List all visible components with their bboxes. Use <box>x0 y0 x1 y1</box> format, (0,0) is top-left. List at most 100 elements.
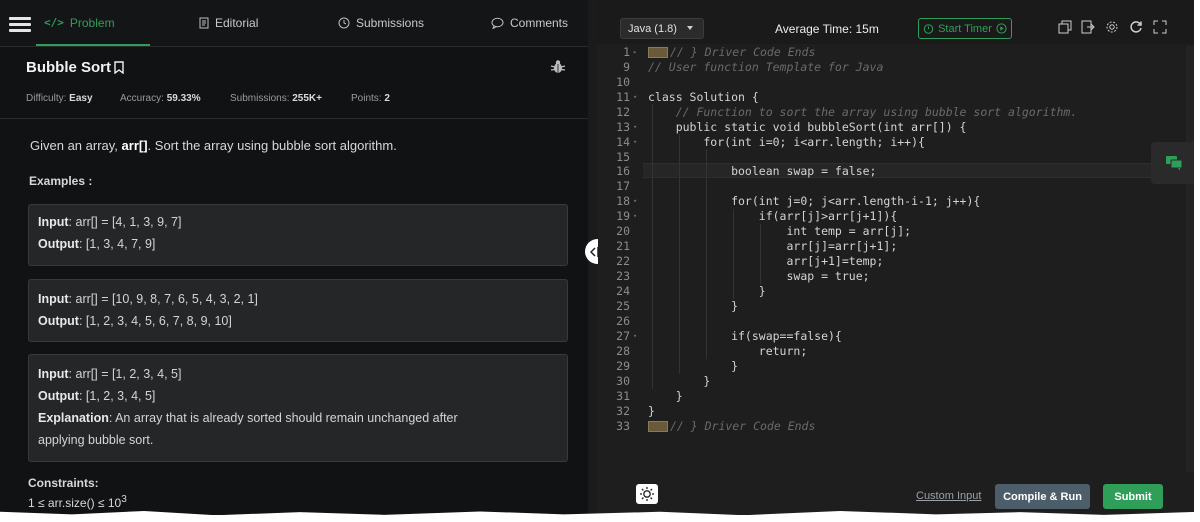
start-timer-button[interactable]: Start Timer <box>918 18 1012 39</box>
accuracy-value: 59.33% <box>166 93 201 104</box>
code-line: // User function Template for Java <box>648 60 884 74</box>
copy-icon[interactable] <box>1058 20 1072 34</box>
code-line: class Solution { <box>648 90 759 104</box>
problem-description: Given an array, arr[]. Sort the array us… <box>30 138 397 153</box>
tab-submissions[interactable]: Submissions <box>338 0 424 45</box>
line-number: 18 <box>616 194 630 208</box>
report-bug-icon[interactable] <box>549 58 567 76</box>
code-line: arr[j+1]=temp; <box>648 254 884 268</box>
fold-collapse-icon[interactable]: ▾ <box>633 209 641 224</box>
line-number: 1 <box>623 45 630 59</box>
fold-expand-icon[interactable]: ▸ <box>633 45 641 60</box>
language-value: Java (1.8) <box>628 22 677 35</box>
line-number: 15 <box>616 150 630 164</box>
average-time: Average Time: 15m <box>775 22 879 36</box>
fold-collapse-icon[interactable]: ▾ <box>633 329 641 344</box>
line-number: 14 <box>616 135 630 149</box>
fold-collapse-icon[interactable]: ▾ <box>633 135 641 150</box>
bookmark-icon[interactable] <box>114 61 124 74</box>
clock-icon <box>338 17 350 28</box>
code-line: } <box>648 359 739 373</box>
code-line: if(swap==false){ <box>648 329 842 343</box>
example-box: Input: arr[] = [1, 2, 3, 4, 5] Output: [… <box>28 354 568 462</box>
line-number: 19 <box>616 209 630 223</box>
language-select[interactable]: Java (1.8) <box>620 18 704 39</box>
submissions-meta: Submissions: 255K+ <box>230 93 322 104</box>
tab-label: Submissions <box>356 15 425 30</box>
examples-heading: Examples : <box>29 174 93 188</box>
fullscreen-icon[interactable] <box>1153 20 1167 34</box>
code-line: boolean swap = false; <box>648 164 877 178</box>
editor-toolbar: Java (1.8) Average Time: 15m Start Timer <box>598 0 1196 45</box>
line-number: 12 <box>616 105 630 119</box>
code-icon: </> <box>44 16 64 29</box>
fold-collapse-icon[interactable]: ▾ <box>633 120 641 135</box>
editor-panel: Java (1.8) Average Time: 15m Start Timer <box>598 0 1196 515</box>
code-line: return; <box>648 344 808 358</box>
tab-problem[interactable]: </> Problem <box>44 0 115 45</box>
tab-label: Comments <box>510 15 569 30</box>
line-number: 23 <box>616 269 630 283</box>
divider <box>0 118 588 119</box>
line-number: 25 <box>616 299 630 313</box>
comment-icon <box>491 17 504 29</box>
fold-collapse-icon[interactable]: ▾ <box>633 194 641 209</box>
line-number: 31 <box>616 389 630 403</box>
line-number: 11 <box>616 90 630 104</box>
code-line: for(int i=0; i<arr.length; i++){ <box>648 135 925 149</box>
reset-icon[interactable] <box>1129 20 1143 34</box>
submit-button[interactable]: Submit <box>1103 484 1163 509</box>
theme-toggle-button[interactable] <box>636 484 658 504</box>
code-line: } <box>648 404 655 418</box>
points-value: 2 <box>384 93 390 104</box>
editor-scrollbar[interactable] <box>1186 46 1194 472</box>
line-number: 28 <box>616 344 630 358</box>
folded-region-icon[interactable] <box>648 47 668 58</box>
code-line: } <box>648 389 683 403</box>
example-input: Input: arr[] = [4, 1, 3, 9, 7] <box>38 215 182 229</box>
example-output: Output: [1, 3, 4, 7, 9] <box>38 237 156 251</box>
active-tab-indicator <box>36 44 150 46</box>
example-explanation: Explanation: An array that is already so… <box>38 411 458 425</box>
play-icon <box>996 23 1007 34</box>
example-output: Output: [1, 2, 3, 4, 5, 6, 7, 8, 9, 10] <box>38 314 232 328</box>
code-editor[interactable]: 1 9 10 11 12 13 14 15 16 17 18 19 20 21 … <box>598 44 1196 474</box>
code-line: // } Driver Code Ends <box>648 45 815 60</box>
tab-comments[interactable]: Comments <box>491 0 568 45</box>
line-number: 9 <box>623 60 630 74</box>
folded-region-icon[interactable] <box>648 421 668 432</box>
fold-collapse-icon[interactable]: ▾ <box>633 90 641 105</box>
chevron-down-icon <box>687 26 693 30</box>
problem-panel: </> Problem Editorial Submissions Commen… <box>0 0 588 515</box>
code-line: } <box>648 284 766 298</box>
line-number: 33 <box>616 419 630 433</box>
code-line: // Function to sort the array using bubb… <box>648 105 1078 119</box>
chat-side-tab[interactable] <box>1151 142 1196 184</box>
code-line: for(int j=0; j<arr.length-i-1; j++){ <box>648 194 981 208</box>
chat-icon <box>1165 156 1182 171</box>
app-window: </> Problem Editorial Submissions Commen… <box>0 0 1196 515</box>
code-line: swap = true; <box>648 269 870 283</box>
code-line: if(arr[j]>arr[j+1]){ <box>648 209 898 223</box>
compile-run-button[interactable]: Compile & Run <box>995 484 1090 509</box>
difficulty-value: Easy <box>69 93 93 104</box>
problem-tabs-bar: </> Problem Editorial Submissions Commen… <box>0 0 588 47</box>
submissions-value: 255K+ <box>292 93 322 104</box>
example-input: Input: arr[] = [1, 2, 3, 4, 5] <box>38 367 182 381</box>
custom-input-link[interactable]: Custom Input <box>916 490 981 502</box>
code-line: // } Driver Code Ends <box>648 419 815 434</box>
example-explanation-cont: applying bubble sort. <box>38 433 154 447</box>
tab-label: Problem <box>69 15 115 30</box>
constraints-heading: Constraints: <box>28 476 99 490</box>
hamburger-menu-icon[interactable] <box>9 17 31 32</box>
code-line: arr[j]=arr[j+1]; <box>648 239 898 253</box>
example-output: Output: [1, 2, 3, 4, 5] <box>38 389 156 403</box>
tab-label: Editorial <box>215 15 259 30</box>
line-number: 10 <box>616 75 630 89</box>
line-number: 32 <box>616 404 630 418</box>
stopwatch-icon <box>923 24 934 34</box>
lightbulb-icon <box>640 487 654 501</box>
tab-editorial[interactable]: Editorial <box>199 0 258 45</box>
export-icon[interactable] <box>1081 20 1095 34</box>
settings-icon[interactable] <box>1105 20 1119 34</box>
